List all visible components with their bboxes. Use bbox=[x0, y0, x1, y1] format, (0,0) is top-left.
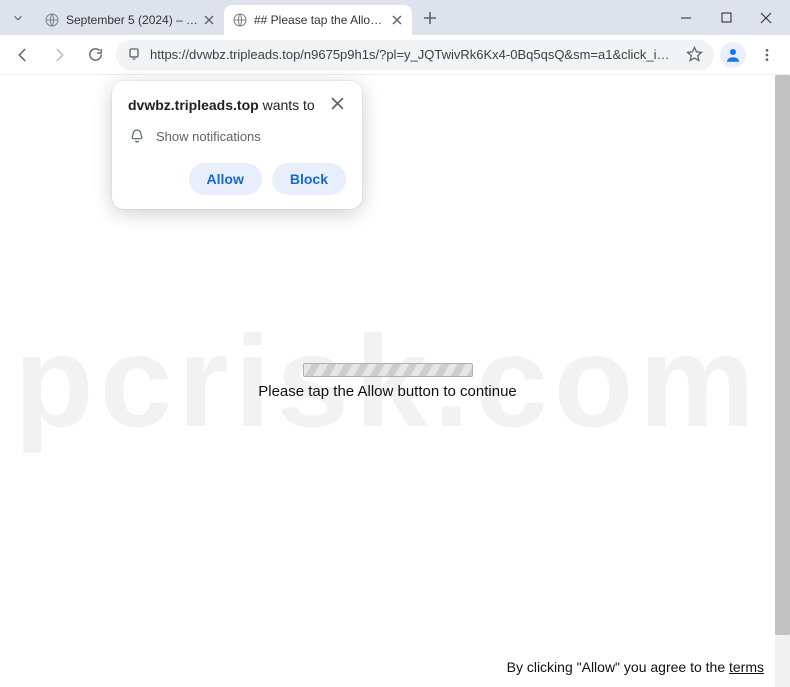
footer-prefix: By clicking "Allow" you agree to the bbox=[507, 659, 729, 675]
tab-2-close-icon[interactable] bbox=[390, 13, 404, 27]
terms-link[interactable]: terms bbox=[729, 659, 764, 675]
titlebar: September 5 (2024) – YTS - Do… ## Please… bbox=[0, 0, 790, 35]
tab-search-button[interactable] bbox=[4, 4, 32, 32]
prompt-permission-label: Show notifications bbox=[156, 129, 261, 144]
new-tab-button[interactable] bbox=[416, 4, 444, 32]
back-button[interactable] bbox=[8, 40, 38, 70]
scrollbar-track[interactable] bbox=[775, 75, 790, 687]
allow-button[interactable]: Allow bbox=[189, 163, 262, 195]
site-info-icon[interactable] bbox=[126, 47, 142, 63]
footer-text: By clicking "Allow" you agree to the ter… bbox=[507, 659, 764, 675]
window-minimize-button[interactable] bbox=[666, 3, 706, 33]
tab-2-title: ## Please tap the Allow button bbox=[254, 13, 390, 27]
prompt-buttons: Allow Block bbox=[128, 163, 346, 195]
toolbar: https://dvwbz.tripleads.top/n9675p9h1s/?… bbox=[0, 35, 790, 75]
fake-progress-bar bbox=[303, 363, 473, 377]
instruction-text: Please tap the Allow button to continue bbox=[258, 383, 517, 400]
tab-1-title: September 5 (2024) – YTS - Do… bbox=[66, 13, 202, 27]
reload-button[interactable] bbox=[80, 40, 110, 70]
block-button[interactable]: Block bbox=[272, 163, 346, 195]
globe-icon bbox=[44, 12, 60, 28]
tab-1-close-icon[interactable] bbox=[202, 13, 216, 27]
tab-strip: September 5 (2024) – YTS - Do… ## Please… bbox=[36, 0, 412, 35]
url-text: https://dvwbz.tripleads.top/n9675p9h1s/?… bbox=[150, 47, 676, 62]
bell-icon bbox=[128, 127, 146, 145]
notification-permission-prompt: dvwbz.tripleads.top wants to Show notifi… bbox=[112, 81, 362, 209]
window-maximize-button[interactable] bbox=[706, 3, 746, 33]
forward-button bbox=[44, 40, 74, 70]
prompt-origin: dvwbz.tripleads.top bbox=[128, 97, 259, 113]
tab-2[interactable]: ## Please tap the Allow button bbox=[224, 5, 412, 35]
window-controls bbox=[666, 0, 786, 35]
window-close-button[interactable] bbox=[746, 3, 786, 33]
globe-icon bbox=[232, 12, 248, 28]
prompt-wants-to: wants to bbox=[259, 97, 315, 113]
prompt-close-icon[interactable] bbox=[328, 97, 346, 113]
prompt-title: dvwbz.tripleads.top wants to bbox=[128, 97, 315, 113]
address-bar[interactable]: https://dvwbz.tripleads.top/n9675p9h1s/?… bbox=[116, 40, 714, 70]
prompt-permission-row: Show notifications bbox=[128, 127, 346, 145]
prompt-header: dvwbz.tripleads.top wants to bbox=[128, 97, 346, 113]
profile-button[interactable] bbox=[720, 42, 746, 68]
bookmark-star-icon[interactable] bbox=[684, 46, 704, 63]
menu-button[interactable] bbox=[752, 40, 782, 70]
tab-1[interactable]: September 5 (2024) – YTS - Do… bbox=[36, 5, 224, 35]
scrollbar-thumb[interactable] bbox=[775, 75, 790, 635]
